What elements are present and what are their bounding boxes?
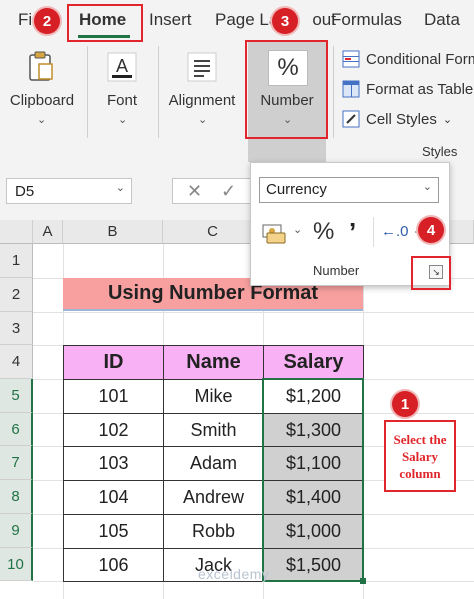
table-cell-salary[interactable]: $1,200 <box>263 379 364 414</box>
table-cell-salary[interactable]: $1,100 <box>263 446 364 481</box>
chevron-down-icon: ⌄ <box>422 181 432 193</box>
ribbon-separator <box>333 46 334 138</box>
watermark: exceldemy <box>198 566 270 582</box>
annotation-box-number <box>245 40 328 139</box>
row-header-5[interactable]: 5 <box>0 379 33 413</box>
row-header-9[interactable]: 9 <box>0 514 33 548</box>
chevron-down-icon[interactable]: ⌄ <box>293 223 302 236</box>
tab-insert[interactable]: Insert <box>149 10 192 30</box>
comma-style-button[interactable]: ’ <box>349 217 356 248</box>
cell-styles-label: Cell Styles <box>366 110 437 128</box>
step-badge-3: 3 <box>272 8 298 34</box>
conditional-formatting-label: Conditional Form <box>366 50 474 68</box>
chevron-down-icon: ⌄ <box>442 113 453 126</box>
enter-check-icon[interactable]: ✓ <box>221 181 236 202</box>
column-header-b[interactable]: B <box>63 220 163 244</box>
gridline <box>33 312 474 313</box>
svg-text:A: A <box>116 56 128 76</box>
table-cell-id[interactable]: 102 <box>63 413 164 447</box>
accounting-format-icon[interactable] <box>261 221 289 245</box>
format-as-table-button[interactable]: Format as Table <box>342 80 473 98</box>
format-as-table-label: Format as Table <box>366 80 474 98</box>
table-cell-id[interactable]: 103 <box>63 446 164 481</box>
table-header-id[interactable]: ID <box>63 345 164 380</box>
row-header-7[interactable]: 7 <box>0 446 33 480</box>
chevron-down-icon: ⌄ <box>115 182 125 194</box>
row-header-1[interactable]: 1 <box>0 244 33 278</box>
font-group-label[interactable]: Font <box>96 92 148 109</box>
step-badge-1: 1 <box>392 391 418 417</box>
number-panel-label: Number <box>313 263 360 278</box>
row-header-10[interactable]: 10 <box>0 548 33 581</box>
chevron-down-icon: ⌄ <box>118 114 128 126</box>
decrease-decimal-button[interactable]: ←.0 <box>381 223 409 240</box>
conditional-formatting-button[interactable]: Conditional Form <box>342 50 474 68</box>
step-badge-4: 4 <box>418 217 444 243</box>
table-cell-salary[interactable]: $1,000 <box>263 514 364 549</box>
table-header-name[interactable]: Name <box>163 345 264 380</box>
styles-group-label: Styles <box>422 144 458 159</box>
step-badge-2: 2 <box>34 8 60 34</box>
table-cell-id[interactable]: 104 <box>63 480 164 515</box>
cell-styles-icon <box>342 110 360 128</box>
formula-bar-controls: ✕ ✓ <box>172 178 252 204</box>
number-format-value: Currency <box>266 181 327 198</box>
clipboard-group-label[interactable]: Clipboard <box>6 92 78 109</box>
font-color-icon[interactable]: A <box>104 50 140 84</box>
table-cell-name[interactable]: Andrew <box>163 480 264 515</box>
annotation-box-launcher <box>411 256 451 290</box>
table-cell-salary[interactable]: $1,500 <box>263 548 364 582</box>
ribbon-separator <box>158 46 159 138</box>
row-header-3[interactable]: 3 <box>0 312 33 345</box>
table-header-salary[interactable]: Salary <box>263 345 364 380</box>
column-header-c[interactable]: C <box>163 220 263 244</box>
cancel-icon[interactable]: ✕ <box>187 181 202 202</box>
clipboard-icon[interactable] <box>24 50 58 84</box>
alignment-icon[interactable] <box>184 50 220 84</box>
fill-handle[interactable] <box>360 578 366 584</box>
table-cell-id[interactable]: 105 <box>63 514 164 549</box>
table-cell-id[interactable]: 106 <box>63 548 164 582</box>
number-format-select[interactable]: Currency ⌄ <box>259 177 439 203</box>
column-header-a[interactable]: A <box>33 220 63 244</box>
table-cell-id[interactable]: 101 <box>63 379 164 414</box>
tab-data[interactable]: Data <box>424 10 460 30</box>
annotation-box-home <box>67 4 143 42</box>
row-header-4[interactable]: 4 <box>0 345 33 379</box>
table-cell-name[interactable]: Adam <box>163 446 264 481</box>
tab-file[interactable]: Fi <box>18 10 32 30</box>
select-all-corner[interactable] <box>0 220 33 244</box>
table-cell-salary[interactable]: $1,300 <box>263 413 364 447</box>
alignment-group-label[interactable]: Alignment <box>163 92 241 109</box>
chevron-down-icon: ⌄ <box>37 114 47 126</box>
conditional-formatting-icon <box>342 50 360 68</box>
cell-styles-button[interactable]: Cell Styles ⌄ <box>342 110 452 128</box>
table-cell-name[interactable]: Smith <box>163 413 264 447</box>
table-cell-name[interactable]: Robb <box>163 514 264 549</box>
format-as-table-icon <box>342 80 360 98</box>
percent-style-button[interactable]: % <box>313 218 334 246</box>
ribbon-separator <box>87 46 88 138</box>
tab-page-layout-label: Page La <box>215 10 279 29</box>
panel-separator <box>373 217 374 247</box>
name-box[interactable]: D5 ⌄ <box>6 178 132 204</box>
row-header-6[interactable]: 6 <box>0 413 33 446</box>
row-header-8[interactable]: 8 <box>0 480 33 514</box>
row-header-2[interactable]: 2 <box>0 278 33 312</box>
chevron-down-icon: ⌄ <box>198 114 208 126</box>
table-cell-salary[interactable]: $1,400 <box>263 480 364 515</box>
table-cell-name[interactable]: Mike <box>163 379 264 414</box>
tab-formulas[interactable]: Formulas <box>331 10 402 30</box>
name-box-value: D5 <box>15 183 35 200</box>
select-salary-callout: Select the Salary column <box>384 420 456 492</box>
